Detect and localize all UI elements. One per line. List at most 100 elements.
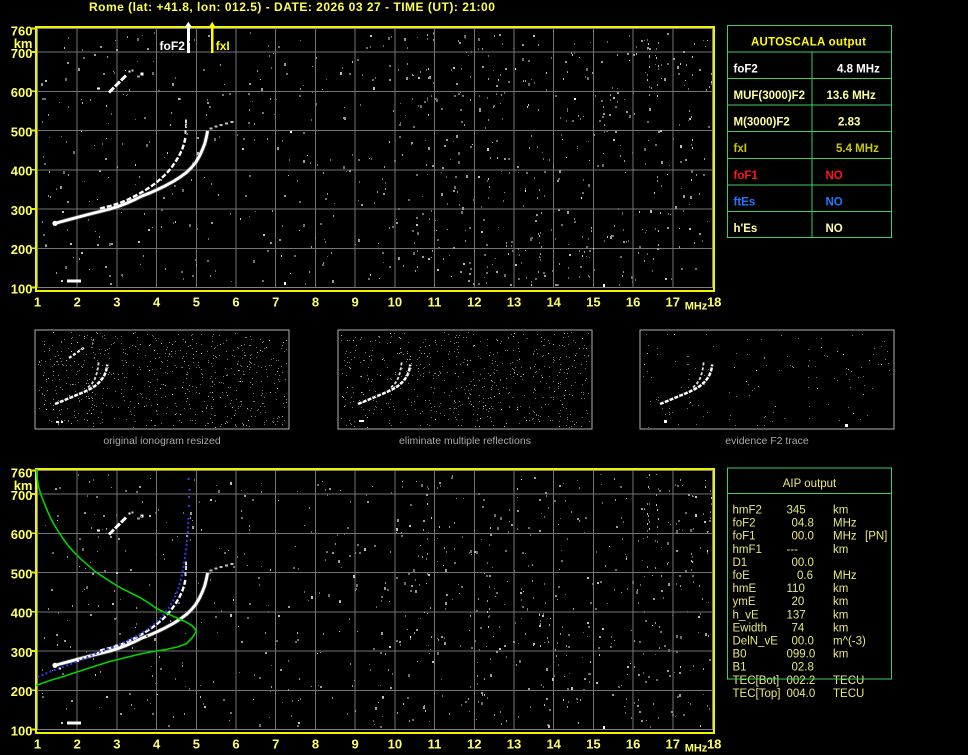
svg-text:137: 137 (787, 609, 806, 621)
svg-text:17: 17 (666, 295, 680, 310)
svg-text:2: 2 (74, 295, 81, 310)
svg-text:AIP output: AIP output (783, 478, 837, 490)
svg-text:hmF2: hmF2 (733, 505, 762, 517)
svg-text:km: km (833, 544, 848, 556)
svg-text:3: 3 (113, 737, 120, 752)
svg-text:110: 110 (787, 583, 805, 595)
svg-text:foE: foE (733, 570, 751, 582)
svg-text:4.8 MHz: 4.8 MHz (837, 64, 880, 76)
svg-text:02.8: 02.8 (792, 662, 814, 674)
svg-text:hmE: hmE (733, 583, 757, 595)
svg-text:12: 12 (467, 737, 481, 752)
svg-text:eliminate multiple reflections: eliminate multiple reflections (399, 435, 531, 447)
svg-text:400: 400 (11, 606, 33, 621)
svg-text:[PN]: [PN] (865, 531, 887, 543)
svg-text:ymE: ymE (733, 596, 756, 608)
svg-text:original ionogram resized: original ionogram resized (103, 435, 220, 447)
svg-text:18: 18 (707, 737, 721, 752)
svg-text:MUF(3000)F2: MUF(3000)F2 (734, 90, 806, 102)
svg-text:2: 2 (74, 737, 81, 752)
svg-text:m^(-3): m^(-3) (833, 636, 866, 648)
svg-text:AUTOSCALA output: AUTOSCALA output (751, 37, 866, 49)
svg-text:km: km (833, 622, 848, 634)
svg-text:17: 17 (666, 737, 680, 752)
svg-text:9: 9 (352, 295, 359, 310)
svg-text:200: 200 (11, 242, 33, 257)
svg-text:04.8: 04.8 (792, 518, 814, 530)
svg-text:TECU: TECU (833, 675, 864, 687)
svg-text:7: 7 (272, 737, 279, 752)
svg-text:km: km (833, 649, 848, 661)
svg-text:600: 600 (11, 85, 33, 100)
svg-text:MHz: MHz (833, 570, 857, 582)
svg-text:TEC[Bot]: TEC[Bot] (733, 675, 780, 687)
svg-text:fxI: fxI (734, 143, 747, 155)
svg-text:M(3000)F2: M(3000)F2 (734, 117, 790, 129)
svg-text:Rome (lat: +41.8, lon: 012.5): Rome (lat: +41.8, lon: 012.5) - DATE: 20… (89, 0, 495, 14)
svg-text:B0: B0 (733, 649, 747, 661)
svg-text:foF2: foF2 (734, 64, 758, 76)
svg-text:13: 13 (507, 737, 521, 752)
svg-text:345: 345 (787, 505, 806, 517)
svg-text:km: km (833, 596, 848, 608)
svg-text:fxI: fxI (216, 39, 230, 53)
svg-text:600: 600 (11, 527, 33, 542)
svg-text:11: 11 (428, 737, 442, 752)
svg-text:10: 10 (388, 295, 402, 310)
svg-text:400: 400 (11, 164, 33, 179)
svg-text:D1: D1 (733, 557, 748, 569)
svg-text:5.4 MHz: 5.4 MHz (836, 143, 879, 155)
svg-text:MHz: MHz (833, 518, 857, 530)
svg-text:700: 700 (11, 488, 33, 503)
svg-text:300: 300 (11, 645, 33, 660)
svg-text:74: 74 (792, 622, 805, 634)
svg-text:6: 6 (232, 737, 239, 752)
svg-text:1: 1 (34, 295, 41, 310)
svg-text:h_vE: h_vE (733, 609, 760, 621)
svg-text:8: 8 (312, 295, 319, 310)
svg-text:hmF1: hmF1 (733, 544, 762, 556)
svg-text:TECU: TECU (833, 688, 864, 700)
svg-text:200: 200 (11, 684, 33, 699)
svg-text:002.2: 002.2 (787, 675, 816, 687)
svg-text:700: 700 (11, 46, 33, 61)
svg-text:15: 15 (586, 737, 600, 752)
svg-text:km: km (833, 505, 848, 517)
svg-text:100: 100 (11, 281, 33, 296)
svg-text:14: 14 (546, 295, 561, 310)
svg-text:12: 12 (467, 295, 481, 310)
svg-text:100: 100 (11, 723, 33, 738)
svg-text:18: 18 (707, 295, 721, 310)
svg-text:h'Es: h'Es (734, 223, 758, 235)
svg-text:15: 15 (586, 295, 600, 310)
svg-text:00.0: 00.0 (792, 636, 814, 648)
svg-text:4: 4 (153, 737, 161, 752)
svg-text:foF1: foF1 (733, 531, 756, 543)
svg-text:3: 3 (113, 295, 120, 310)
svg-text:500: 500 (11, 566, 33, 581)
svg-text:ftEs: ftEs (734, 196, 756, 208)
svg-text:13.6 MHz: 13.6 MHz (827, 90, 876, 102)
svg-text:16: 16 (626, 295, 640, 310)
svg-text:foF2: foF2 (733, 518, 756, 530)
svg-text:300: 300 (11, 203, 33, 218)
svg-text:---: --- (787, 544, 799, 556)
svg-text:NO: NO (826, 170, 843, 182)
svg-text:7: 7 (272, 295, 279, 310)
svg-text:1: 1 (34, 737, 41, 752)
svg-text:9: 9 (352, 737, 359, 752)
svg-text:2.83: 2.83 (838, 117, 860, 129)
svg-text:5: 5 (193, 295, 200, 310)
svg-text:16: 16 (626, 737, 640, 752)
svg-text:MHz: MHz (833, 531, 857, 543)
svg-text:6: 6 (232, 295, 239, 310)
svg-text:4: 4 (153, 295, 161, 310)
svg-text:DelN_vE: DelN_vE (733, 636, 779, 648)
svg-text:MHz: MHz (685, 743, 708, 755)
svg-text:500: 500 (11, 124, 33, 139)
svg-text:11: 11 (428, 295, 442, 310)
svg-text:8: 8 (312, 737, 319, 752)
svg-text:099.0: 099.0 (787, 649, 816, 661)
svg-text:NO: NO (826, 223, 843, 235)
svg-text:foF1: foF1 (734, 170, 759, 182)
